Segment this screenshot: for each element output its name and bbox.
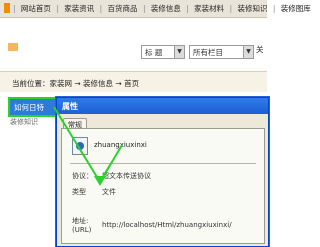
arrow-line-to-type bbox=[53, 106, 101, 183]
nav-separator: | bbox=[272, 4, 276, 13]
arrow-head-icon bbox=[94, 176, 106, 186]
nav-item-gallery[interactable]: 装修图库 bbox=[281, 4, 311, 13]
annotation-arrows bbox=[53, 106, 123, 186]
